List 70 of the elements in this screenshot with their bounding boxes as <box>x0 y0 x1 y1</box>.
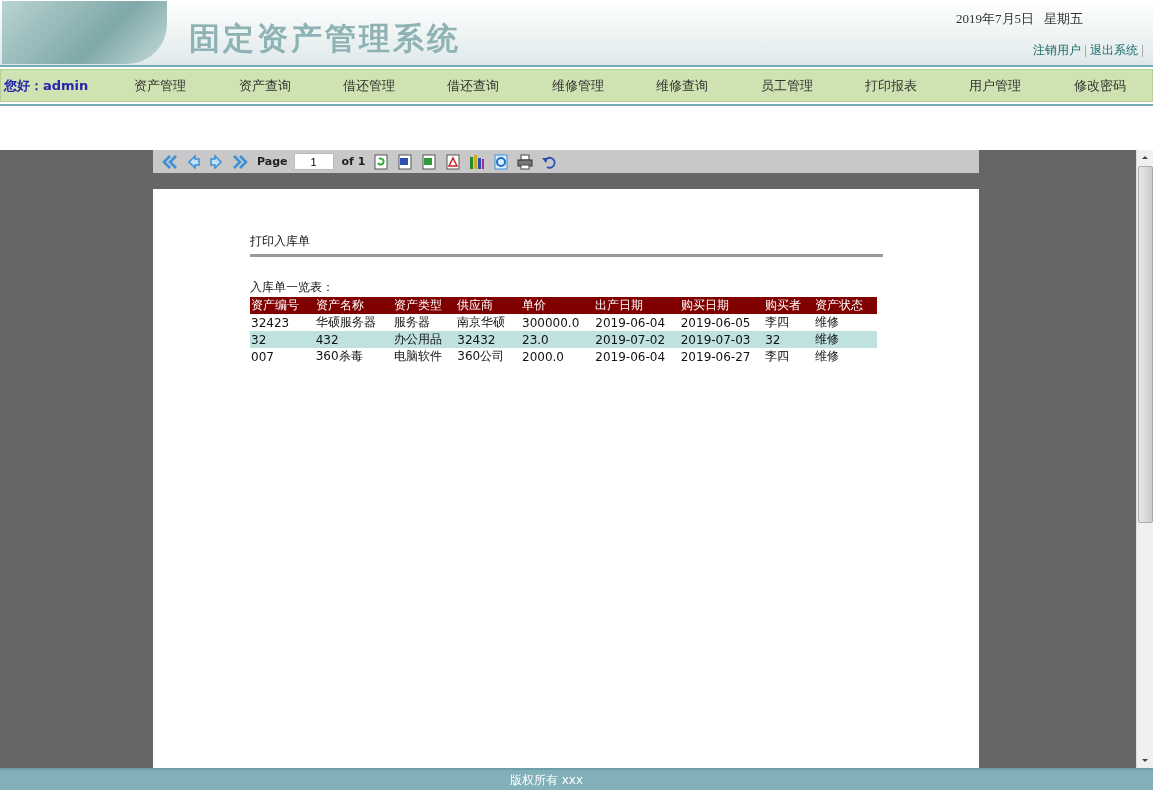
nav-menu-item[interactable]: 资产管理 <box>107 76 213 95</box>
table-cell: 电脑软件 <box>392 348 457 365</box>
column-header: 供应商 <box>456 297 521 314</box>
table-cell: 300000.0 <box>521 314 595 331</box>
table-cell: 007 <box>250 348 315 365</box>
table-cell: 2019-07-03 <box>679 331 765 348</box>
column-header: 资产状态 <box>813 297 877 314</box>
scroll-up-arrow-icon[interactable] <box>1142 156 1148 159</box>
table-cell: 2019-06-27 <box>679 348 765 365</box>
page-count-label: of 1 <box>341 155 366 168</box>
nav-menu-item[interactable]: 维修管理 <box>525 76 630 95</box>
table-cell: 李四 <box>764 314 814 331</box>
table-cell: 维修 <box>813 348 877 365</box>
header-link[interactable]: 退出系统 <box>1090 42 1138 59</box>
print-icon[interactable] <box>517 153 534 170</box>
scroll-down-arrow-icon[interactable] <box>1142 759 1148 762</box>
table-cell: 维修 <box>813 331 877 348</box>
table-cell: 维修 <box>813 314 877 331</box>
nav-menu-item[interactable]: 修改密码 <box>1047 76 1152 95</box>
column-header: 购买者 <box>764 297 814 314</box>
table-cell: 32432 <box>456 331 521 348</box>
excel-document-icon[interactable] <box>421 153 438 170</box>
next-page-icon[interactable] <box>209 153 225 170</box>
system-title: 固定资产管理系统 <box>189 19 461 58</box>
word-document-icon[interactable] <box>397 153 414 170</box>
table-cell: 2019-06-05 <box>679 314 765 331</box>
nav-menu-item[interactable]: 员工管理 <box>734 76 839 95</box>
weekday-text: 星期五 <box>1044 10 1083 28</box>
column-header: 购买日期 <box>679 297 765 314</box>
column-header: 出产日期 <box>594 297 680 314</box>
copyright-text: 版权所有 xxx <box>509 771 584 789</box>
table-cell: 办公用品 <box>392 331 457 348</box>
greeting-text: 您好：admin <box>2 76 90 95</box>
page-label: Page <box>257 155 288 168</box>
table-cell: 360公司 <box>456 348 521 365</box>
vertical-scrollbar[interactable] <box>1136 150 1153 768</box>
table-cell: 23.0 <box>521 331 595 348</box>
nav-menu-item[interactable]: 用户管理 <box>943 76 1048 95</box>
nav-menu-item[interactable]: 借还查询 <box>421 76 526 95</box>
table-cell: 2019-06-04 <box>594 314 680 331</box>
nav-menu-item[interactable]: 打印报表 <box>838 76 944 95</box>
pdf-document-icon[interactable] <box>445 153 462 170</box>
header-link[interactable]: 注销用户 <box>1033 42 1081 59</box>
table-cell: 南京华硕 <box>456 314 521 331</box>
table-cell: 2019-07-02 <box>594 331 680 348</box>
table-cell: 2000.0 <box>521 348 595 365</box>
previous-page-icon[interactable] <box>185 153 201 170</box>
refresh-icon[interactable] <box>373 153 390 170</box>
column-header: 资产类型 <box>392 297 457 314</box>
column-header: 资产编号 <box>250 297 315 314</box>
table-cell: 华硕服务器 <box>314 314 393 331</box>
table-cell: 432 <box>314 331 393 348</box>
table-cell: 服务器 <box>392 314 457 331</box>
nav-menu-item[interactable]: 资产查询 <box>212 76 317 95</box>
books-icon[interactable] <box>469 153 486 170</box>
nav-menu-item[interactable]: 维修查询 <box>629 76 735 95</box>
nav-menu-item[interactable]: 借还管理 <box>316 76 422 95</box>
report-title: 打印入库单 <box>250 233 883 257</box>
browser-icon[interactable] <box>493 153 510 170</box>
page-number-field[interactable]: 1 <box>293 153 334 170</box>
table-cell: 32 <box>250 331 315 348</box>
table-cell: 32 <box>764 331 814 348</box>
date-text: 2019年7月5日 <box>956 10 1034 28</box>
table-cell: 2019-06-04 <box>594 348 680 365</box>
column-header: 资产名称 <box>314 297 393 314</box>
column-header: 单价 <box>521 297 595 314</box>
report-subtitle: 入库单一览表： <box>250 279 335 296</box>
table-cell: 李四 <box>764 348 814 365</box>
table-cell: 360杀毒 <box>314 348 393 365</box>
table-cell: 32423 <box>250 314 315 331</box>
